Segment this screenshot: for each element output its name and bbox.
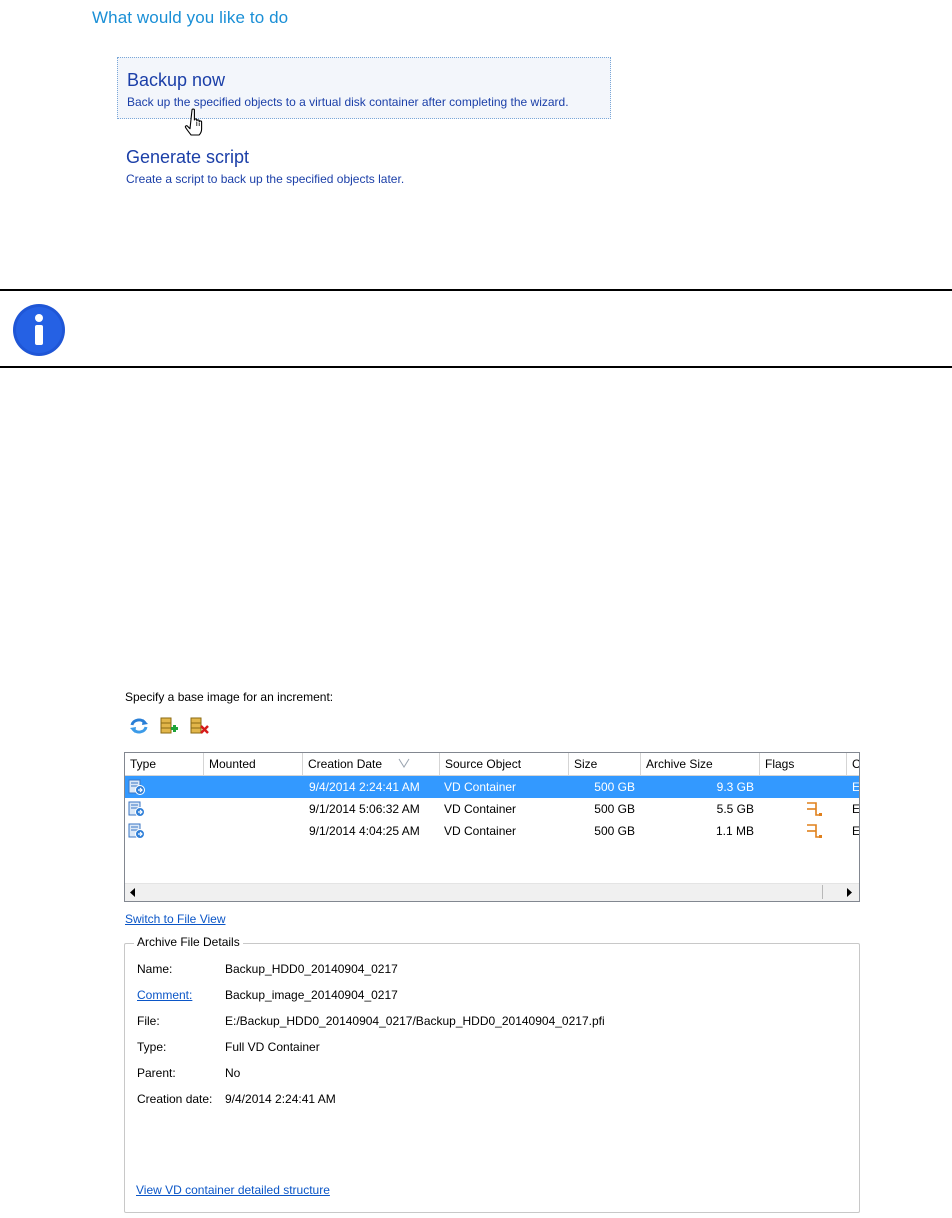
cell-creation-date: 9/4/2014 2:24:41 AM bbox=[309, 780, 420, 794]
detail-label: Name: bbox=[137, 962, 173, 976]
horizontal-scrollbar[interactable] bbox=[125, 883, 859, 901]
cell-archive-size: 5.5 GB bbox=[716, 802, 754, 816]
note-top-rule bbox=[0, 289, 952, 291]
cell-source-object: VD Container bbox=[444, 802, 517, 816]
list-header: Type Mounted Creation Date Source Object… bbox=[125, 753, 859, 776]
cell-c: E bbox=[852, 780, 860, 794]
hand-cursor-icon bbox=[184, 108, 203, 136]
detail-value: E:/Backup_HDD0_20140904_0217/Backup_HDD0… bbox=[225, 1014, 605, 1028]
cell-size: 500 GB bbox=[594, 824, 635, 838]
detail-label: Type: bbox=[137, 1040, 167, 1054]
cell-creation-date: 9/1/2014 4:04:25 AM bbox=[309, 824, 420, 838]
container-type-icon bbox=[128, 823, 146, 839]
detail-value: Full VD Container bbox=[225, 1040, 320, 1054]
cell-archive-size: 1.1 MB bbox=[715, 824, 754, 838]
branch-icon bbox=[805, 801, 823, 817]
wizard-title: What would you like to do bbox=[92, 8, 289, 27]
backup-now-description: Back up the specified objects to a virtu… bbox=[127, 95, 569, 109]
detail-value: Backup_image_20140904_0217 bbox=[225, 988, 398, 1002]
cell-mounted bbox=[204, 798, 303, 820]
branch-icon bbox=[805, 823, 823, 839]
detail-value: 9/4/2014 2:24:41 AM bbox=[225, 1092, 336, 1106]
column-header-creation-date-label: Creation Date bbox=[308, 757, 383, 771]
detail-label[interactable]: Comment: bbox=[137, 988, 192, 1002]
column-header-creation-date[interactable]: Creation Date bbox=[303, 753, 440, 775]
cell-creation-date: 9/1/2014 5:06:32 AM bbox=[309, 802, 420, 816]
table-row[interactable]: 9/4/2014 2:24:41 AM VD Container 500 GB 9.3… bbox=[125, 776, 860, 798]
archive-details-title: Archive File Details bbox=[134, 935, 243, 949]
cell-source-object: VD Container bbox=[444, 824, 517, 838]
column-header-source-object[interactable]: Source Object bbox=[440, 753, 569, 775]
detail-label: File: bbox=[137, 1014, 160, 1028]
generate-script-option[interactable]: Generate script Create a script to back … bbox=[117, 135, 611, 197]
detail-label: Creation date: bbox=[137, 1092, 213, 1106]
view-container-structure-link[interactable]: View VD container detailed structure bbox=[136, 1183, 330, 1197]
cell-size: 500 GB bbox=[594, 780, 635, 794]
sort-descending-icon bbox=[398, 758, 410, 768]
column-header-type[interactable]: Type bbox=[125, 753, 204, 775]
remove-archive-icon[interactable] bbox=[189, 716, 209, 736]
container-type-icon bbox=[128, 779, 146, 795]
cell-size: 500 GB bbox=[594, 802, 635, 816]
cell-mounted bbox=[204, 776, 303, 798]
generate-script-title: Generate script bbox=[126, 147, 250, 167]
cell-c: E bbox=[852, 802, 860, 816]
scrollbar-thumb[interactable] bbox=[144, 885, 823, 899]
cell-archive-size: 9.3 GB bbox=[716, 780, 754, 794]
column-header-archive-size[interactable]: Archive Size bbox=[641, 753, 760, 775]
info-icon bbox=[13, 304, 65, 356]
refresh-icon[interactable] bbox=[129, 716, 149, 736]
column-header-c[interactable]: C bbox=[847, 753, 859, 775]
detail-value: Backup_HDD0_20140904_0217 bbox=[225, 962, 398, 976]
cell-c: E bbox=[852, 824, 860, 838]
scroll-left-icon[interactable] bbox=[125, 884, 142, 901]
column-header-flags[interactable]: Flags bbox=[760, 753, 847, 775]
table-row[interactable]: 9/1/2014 5:06:32 AM VD Container 500 GB 5.5… bbox=[125, 798, 860, 820]
cell-source-object: VD Container bbox=[444, 780, 517, 794]
container-type-icon bbox=[128, 801, 146, 817]
detail-value: No bbox=[225, 1066, 241, 1080]
backup-now-title: Backup now bbox=[127, 70, 226, 90]
table-row[interactable]: 9/1/2014 4:04:25 AM VD Container 500 GB 1.1… bbox=[125, 820, 860, 842]
column-header-size[interactable]: Size bbox=[569, 753, 641, 775]
generate-script-description: Create a script to back up the specified… bbox=[126, 172, 405, 186]
column-header-mounted[interactable]: Mounted bbox=[204, 753, 303, 775]
cell-mounted bbox=[204, 820, 303, 842]
switch-to-file-view-link[interactable]: Switch to File View bbox=[125, 912, 225, 926]
detail-label: Parent: bbox=[137, 1066, 176, 1080]
add-archive-icon[interactable] bbox=[159, 716, 179, 736]
note-bottom-rule bbox=[0, 366, 952, 368]
base-image-label: Specify a base image for an increment: bbox=[125, 690, 334, 704]
scroll-right-icon[interactable] bbox=[840, 884, 857, 901]
backup-list[interactable]: Type Mounted Creation Date Source Object… bbox=[124, 752, 860, 902]
